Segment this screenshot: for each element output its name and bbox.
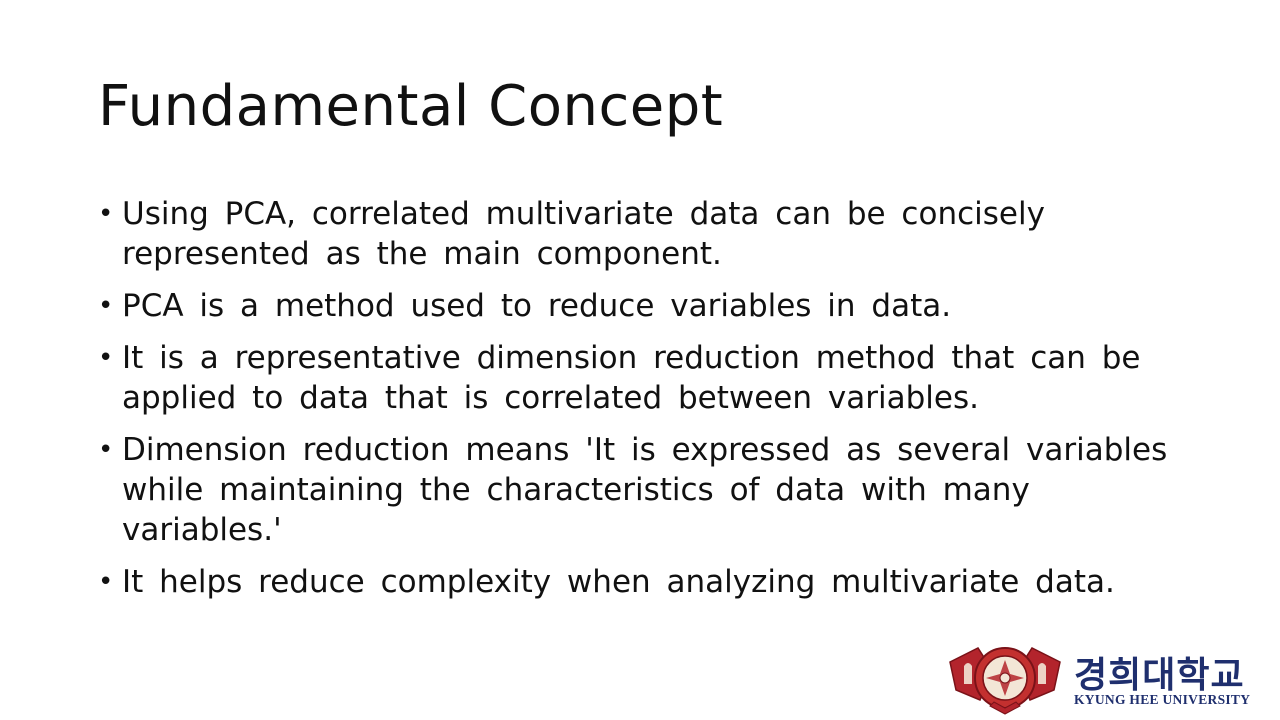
bullet-text: PCA is a method used to reduce variables… — [122, 288, 952, 324]
bullet-dot: • — [98, 343, 114, 373]
bullet-dot: • — [98, 291, 114, 321]
university-logo: 경희대학교 KYUNG HEE UNIVERSITY — [946, 640, 1266, 716]
bullet-dot: • — [98, 435, 114, 465]
bullet-item: • PCA is a method used to reduce variabl… — [98, 286, 1188, 326]
bullet-dot: • — [98, 199, 114, 229]
bullet-text: Dimension reduction means 'It is express… — [122, 432, 1168, 548]
bullet-text: It is a representative dimension reducti… — [122, 340, 1141, 416]
bullet-item: • Using PCA, correlated multivariate dat… — [98, 194, 1188, 274]
bullet-dot: • — [98, 567, 114, 597]
bullet-item: • Dimension reduction means 'It is expre… — [98, 430, 1188, 550]
slide-title: Fundamental Concept — [98, 74, 724, 139]
bullet-text: It helps reduce complexity when analyzin… — [122, 564, 1115, 600]
slide: Fundamental Concept • Using PCA, correla… — [0, 0, 1280, 720]
university-name-english: KYUNG HEE UNIVERSITY — [1074, 692, 1251, 707]
bullet-item: • It helps reduce complexity when analyz… — [98, 562, 1188, 602]
bullet-list: • Using PCA, correlated multivariate dat… — [98, 194, 1188, 614]
university-name-korean: 경희대학교 — [1074, 655, 1245, 696]
bullet-text: Using PCA, correlated multivariate data … — [122, 196, 1045, 272]
university-seal-icon — [949, 647, 1061, 715]
bullet-item: • It is a representative dimension reduc… — [98, 338, 1188, 418]
